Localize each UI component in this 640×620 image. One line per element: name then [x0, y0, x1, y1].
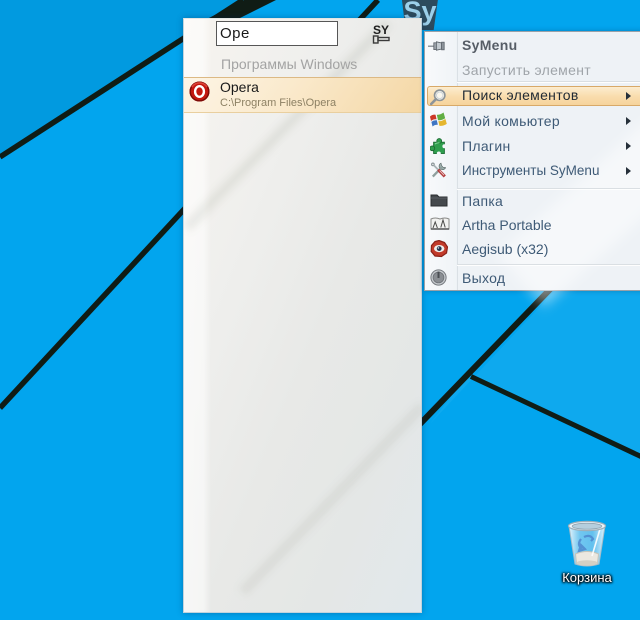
svg-text:SY: SY [373, 23, 389, 37]
